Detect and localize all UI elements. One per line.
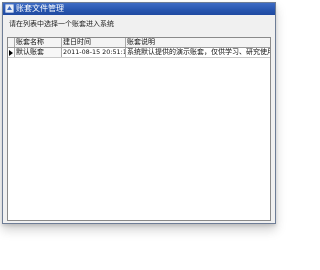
column-header-created-time[interactable]: 建日时间: [62, 38, 126, 47]
account-file-manager-window: 账套文件管理 请在列表中选择一个账套进入系统 账套名称 建日时间 账套说明 默认…: [2, 2, 276, 224]
row-selector[interactable]: [8, 48, 15, 57]
grid-header: 账套名称 建日时间 账套说明: [8, 38, 270, 48]
window-title: 账套文件管理: [16, 4, 64, 13]
instruction-text: 请在列表中选择一个账套进入系统: [9, 20, 114, 28]
description-cell[interactable]: 系统默认提供的演示账套，仅供学习、研究使用，: [126, 48, 270, 57]
current-row-pointer-icon: [9, 50, 13, 56]
table-row[interactable]: 默认账套 2011-08-15 20:51:13 系统默认提供的演示账套，仅供学…: [8, 48, 270, 58]
row-selector-header: [8, 38, 15, 47]
app-icon: [5, 4, 14, 13]
account-name-cell[interactable]: 默认账套: [15, 48, 62, 57]
title-bar[interactable]: 账套文件管理: [3, 3, 275, 15]
column-header-account-name[interactable]: 账套名称: [15, 38, 62, 47]
column-header-description[interactable]: 账套说明: [126, 38, 270, 47]
created-time-cell[interactable]: 2011-08-15 20:51:13: [62, 48, 126, 57]
account-list-grid[interactable]: 账套名称 建日时间 账套说明 默认账套 2011-08-15 20:51:13 …: [7, 37, 271, 221]
